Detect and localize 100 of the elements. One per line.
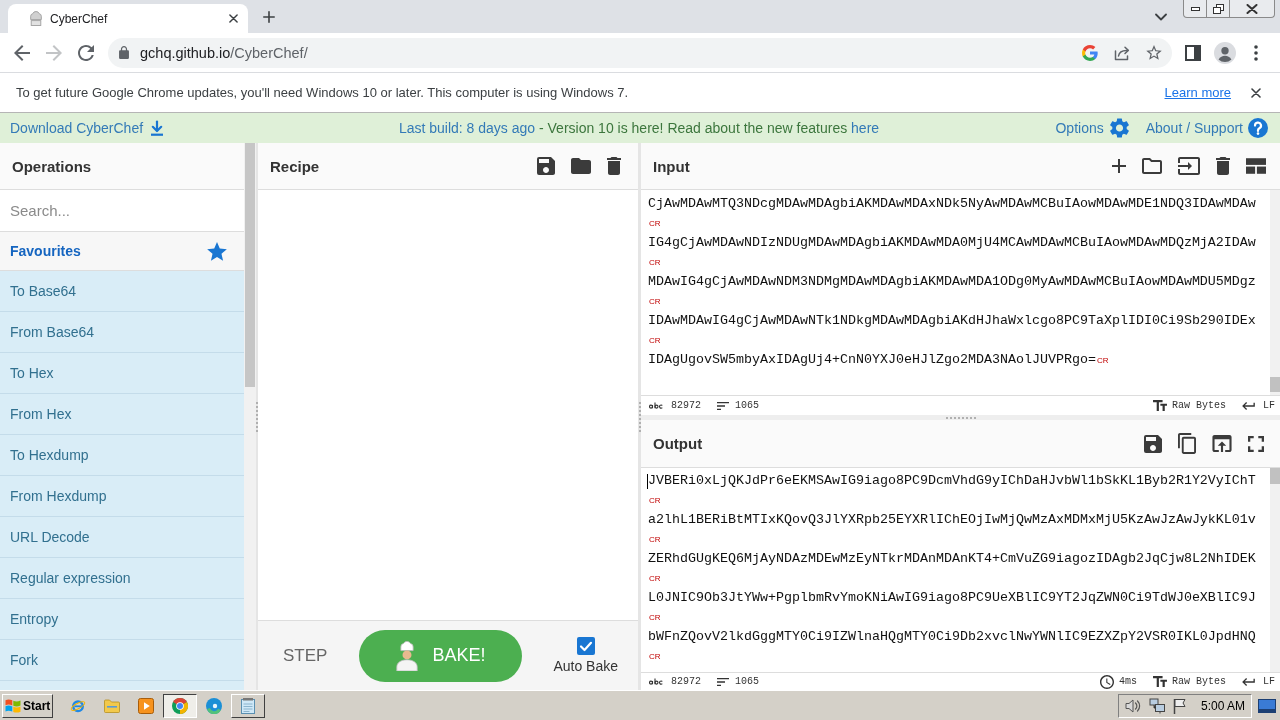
panel-title: Input xyxy=(653,157,691,175)
auto-bake-checkbox[interactable] xyxy=(576,637,595,655)
resize-handle[interactable] xyxy=(945,416,976,419)
back-icon[interactable] xyxy=(14,44,30,61)
close-window-button[interactable] xyxy=(1230,0,1275,18)
line-break-mark: CR xyxy=(649,218,661,230)
text-line: L0JNIC9Ob3JtYWw+PgplbmRvYmoKNiAwIG9iago8PC9UeXBlIC9YT2JqZWN0Ci9TdWJ0eXBlIC9J xyxy=(648,589,1256,607)
chevron-down-icon[interactable] xyxy=(1155,12,1167,21)
browser-tab[interactable]: CyberChef xyxy=(8,4,248,33)
help-icon xyxy=(1248,118,1268,138)
line-ending-button[interactable]: LF xyxy=(1242,676,1275,687)
star-icon xyxy=(207,241,227,261)
line-break-mark: CR xyxy=(649,257,661,269)
close-icon xyxy=(1246,3,1258,14)
line-break-mark: CR xyxy=(649,651,661,663)
text-line: bWFnZQovV2lkdGggMTY0Ci9IZWlnaHQgMTY0Ci9Db2xvclNwYWNlIC9EZXZpY2VSR0IKL0JpdHNQ xyxy=(648,628,1256,646)
flag-logo-icon xyxy=(5,698,21,713)
download-link[interactable]: Download CyberChef xyxy=(10,120,166,136)
play-tile-icon[interactable] xyxy=(138,697,154,714)
restore-button[interactable] xyxy=(1207,0,1230,18)
wheel-logo-icon xyxy=(172,697,188,714)
folder-icon[interactable] xyxy=(571,158,591,174)
encoding-button[interactable]: Raw Bytes xyxy=(1152,400,1226,411)
resize-handle[interactable] xyxy=(256,401,258,432)
plus-icon[interactable] xyxy=(1112,159,1126,173)
save-icon[interactable] xyxy=(1144,434,1162,453)
lines-icon xyxy=(717,677,729,686)
share-icon[interactable] xyxy=(1114,44,1130,61)
text-line: JVBERi0xLjQKJdPr6eEKMSAwIG9iago8PC9DcmVhdG9yIChDaHJvbWl1bSkKL1Byb2R1Y2VyIChT xyxy=(648,472,1256,490)
category-header[interactable]: Favourites xyxy=(0,232,244,271)
flag-icon[interactable] xyxy=(1172,697,1187,714)
about-button[interactable]: About / Support xyxy=(1145,118,1268,138)
options-button[interactable]: Options xyxy=(1055,118,1129,138)
text-line: a2lhL1BERiBtMTIxKQovQ3JlYXRpb25EYXRlIChEOjIwMjQwMzAxMDMxMjU5KzAwJzAwJykKL01v xyxy=(648,511,1256,529)
profile-icon[interactable] xyxy=(1214,41,1236,64)
arrow-into-box-icon[interactable] xyxy=(1178,157,1200,175)
trash-icon[interactable] xyxy=(1216,157,1230,175)
chef-icon xyxy=(396,640,419,671)
desktop-icon[interactable] xyxy=(1258,698,1276,713)
star-icon[interactable] xyxy=(1146,45,1162,60)
return-arrow-icon xyxy=(1242,677,1255,686)
text-line: IDAwMDAwIG4gCjAwMDAwNTk1NDkgMDAwMDAgbiAKdHJhaWxlcgo8PC9TaXplIDI0Ci9Sb290IDEx xyxy=(648,312,1256,330)
update-message: To get future Google Chrome updates, you'll need Windows 10 or later. This computer is using Windows 7. xyxy=(16,85,630,100)
menu-icon[interactable] xyxy=(1254,44,1258,61)
plus-icon[interactable] xyxy=(263,10,275,23)
restore-icon xyxy=(1212,3,1224,14)
scrollbar-thumb[interactable] xyxy=(1270,468,1280,484)
chef-hat-icon xyxy=(30,11,42,26)
minimize-button[interactable] xyxy=(1183,0,1207,18)
gear-icon xyxy=(1109,118,1129,138)
layout-icon[interactable] xyxy=(1246,158,1266,174)
side-panel-icon[interactable] xyxy=(1185,44,1201,61)
line-count: 1065 xyxy=(735,676,760,687)
encoding-button[interactable]: Raw Bytes xyxy=(1152,676,1226,687)
close-icon[interactable] xyxy=(229,14,238,23)
bake-time: 4ms xyxy=(1099,674,1137,689)
text-line: IDAgUgovSW5mbyAxIDAgUj4+CnN0YXJ0eHJlZgo2MDA3NAolJUVPRgo= xyxy=(648,351,1096,369)
line-ending-button[interactable]: LF xyxy=(1242,400,1275,411)
character-count: 82972 xyxy=(671,676,701,687)
learn-more-link[interactable]: Learn more xyxy=(1164,85,1231,100)
text-line: MDAwIG4gCjAwMDAwNDM3NDMgMDAwMDAgbiAKMDAwMDA1ODg0MyAwMDAwMCBuIAowMDAwMDU5MDgz xyxy=(648,273,1256,291)
step-button[interactable]: STEP xyxy=(283,645,328,666)
line-break-mark: CR xyxy=(649,534,661,546)
version-notice: Last build: 8 days ago - Version 10 is here! Read about the new features here xyxy=(398,120,880,136)
network-icon[interactable] xyxy=(1148,697,1165,714)
bake-button[interactable]: BAKE! xyxy=(359,629,523,682)
notepad-icon xyxy=(241,697,255,714)
clock-time: 5:00 AM xyxy=(1200,698,1245,713)
line-count: 1065 xyxy=(735,400,760,411)
letter-g-icon[interactable] xyxy=(1082,44,1098,61)
line-break-mark: CR xyxy=(649,335,661,347)
line-break-mark: CR xyxy=(1096,355,1109,367)
swirl-icon[interactable] xyxy=(206,697,222,714)
address-field[interactable]: gchq.github.io/CyberChef/ xyxy=(108,37,1172,68)
lines-icon xyxy=(717,401,729,410)
features-link[interactable]: here xyxy=(851,120,880,136)
resize-handle[interactable] xyxy=(638,401,641,432)
save-icon[interactable] xyxy=(537,157,555,175)
text-format-icon xyxy=(1152,676,1167,687)
character-count: 82972 xyxy=(671,400,701,411)
start-button[interactable]: Start xyxy=(2,693,53,718)
auto-bake-label[interactable]: Auto Bake xyxy=(553,658,618,674)
last-build-link[interactable]: Last build: 8 days ago xyxy=(398,120,536,136)
folder-icon[interactable] xyxy=(1142,158,1162,174)
lock-icon[interactable] xyxy=(119,46,129,59)
line-break-mark: CR xyxy=(649,573,661,585)
scrollbar-thumb[interactable] xyxy=(1270,377,1280,392)
abc-icon xyxy=(649,402,663,409)
reload-icon[interactable] xyxy=(78,44,94,61)
taskbar-button[interactable] xyxy=(163,693,197,718)
text-format-icon xyxy=(1152,400,1167,411)
copy-icon[interactable] xyxy=(1178,433,1196,454)
scrollbar-thumb[interactable] xyxy=(245,143,255,387)
arrow-out-of-box-icon[interactable] xyxy=(1212,435,1232,452)
fullscreen-icon[interactable] xyxy=(1248,435,1264,452)
trash-icon[interactable] xyxy=(607,157,621,175)
abc-icon xyxy=(649,678,663,685)
speaker-icon[interactable] xyxy=(1124,697,1141,714)
close-icon[interactable] xyxy=(1251,87,1261,98)
text-cursor xyxy=(647,474,648,489)
